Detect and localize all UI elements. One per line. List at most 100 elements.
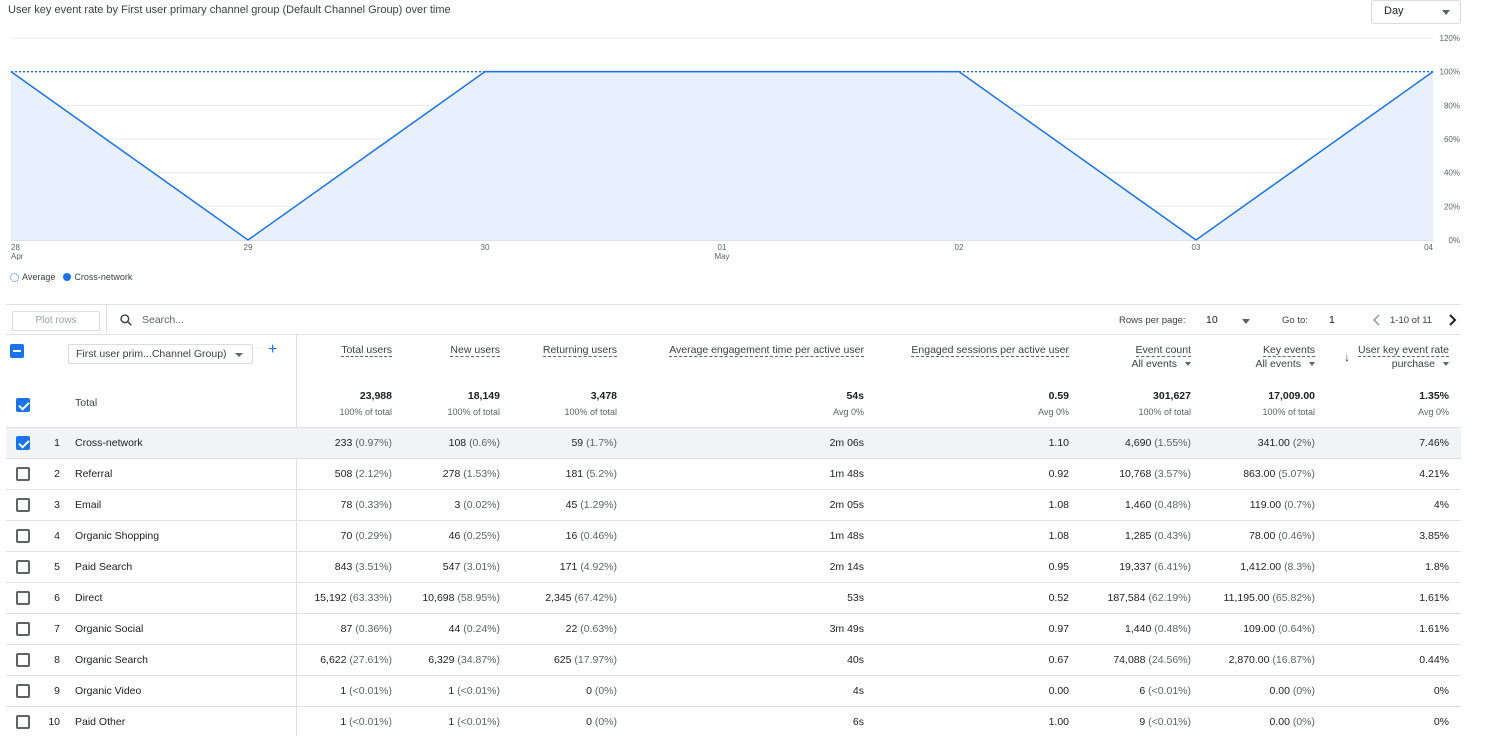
column-header-avg-engagement-time[interactable]: Average engagement time per active user	[669, 344, 864, 357]
granularity-select[interactable]: Day	[1371, 0, 1461, 24]
cell-percent: (5.07%)	[1278, 468, 1315, 480]
cell-avg-engagement-time: 1m 48s	[830, 468, 864, 480]
cell-percent: (8.3%)	[1284, 561, 1315, 573]
total-value-total-users: 23,988 100% of total	[339, 390, 392, 417]
cell-percent: (2%)	[1292, 437, 1315, 449]
table-row[interactable]: 1 Cross-network 233 (0.97%) 108 (0.6%) 59 (1…	[6, 428, 1461, 459]
legend-item-cross-network[interactable]: Cross-network	[63, 272, 132, 282]
cell-value: 44	[448, 623, 461, 635]
cell-percent: (<0.01%)	[457, 716, 500, 728]
total-value-engaged-sessions: 0.59 Avg 0%	[1038, 390, 1069, 417]
cell-value: 1.61%	[1419, 592, 1449, 604]
column-header-event-count[interactable]: Event count All events	[1131, 344, 1191, 370]
column-header-total-users[interactable]: Total users	[341, 344, 392, 357]
column-header-engaged-sessions[interactable]: Engaged sessions per active user	[911, 344, 1069, 357]
table-row[interactable]: 4 Organic Shopping 70 (0.29%) 46 (0.25%) 16 …	[6, 521, 1461, 552]
dimension-select[interactable]: First user prim...Channel Group)	[68, 344, 253, 364]
search-input[interactable]: Search...	[142, 314, 184, 326]
legend-item-average[interactable]: Average	[10, 272, 55, 282]
cell-key-events: 0.00 (0%)	[1269, 716, 1315, 728]
cell-new-users: 10,698 (58.95%)	[422, 592, 500, 604]
cell-value: 863.00	[1243, 468, 1276, 480]
row-checkbox[interactable]	[16, 436, 30, 450]
cell-value: 625	[553, 654, 572, 666]
cell-event-count: 10,768 (3.57%)	[1119, 468, 1191, 480]
column-header-user-key-event-rate[interactable]: User key event rate purchase	[1357, 344, 1449, 370]
row-channel-name: Direct	[75, 592, 103, 604]
total-sub: 100% of total	[447, 407, 500, 417]
row-checkbox[interactable]	[16, 591, 30, 605]
row-index: 3	[54, 499, 60, 511]
row-checkbox[interactable]	[16, 467, 30, 481]
cell-value: 59	[571, 437, 584, 449]
row-index: 9	[54, 685, 60, 697]
chevron-down-icon[interactable]	[1242, 319, 1250, 324]
cell-value: 1.00	[1048, 716, 1069, 728]
table-row[interactable]: 6 Direct 15,192 (63.33%) 10,698 (58.95%) 2,3…	[6, 583, 1461, 614]
row-checkbox[interactable]	[16, 715, 30, 729]
column-header-key-events[interactable]: Key events All events	[1255, 344, 1315, 370]
cell-value: 3m 49s	[829, 623, 864, 635]
row-index: 4	[54, 530, 60, 542]
cell-value: 171	[559, 561, 578, 573]
cell-total-users: 70 (0.29%)	[341, 530, 392, 542]
cell-total-users: 233 (0.97%)	[335, 437, 392, 449]
row-checkbox[interactable]	[16, 560, 30, 574]
cell-percent: (0.24%)	[463, 623, 500, 635]
cell-new-users: 3 (0.02%)	[454, 499, 500, 511]
cell-percent: (0%)	[594, 716, 617, 728]
cell-event-count: 9 (<0.01%)	[1139, 716, 1191, 728]
table-header: First user prim...Channel Group) + Total…	[6, 335, 1461, 381]
table-row[interactable]: 7 Organic Social 87 (0.36%) 44 (0.24%) 22 (0…	[6, 614, 1461, 645]
rows-per-page-select[interactable]: 10	[1206, 314, 1218, 326]
plot-rows-button[interactable]: Plot rows	[12, 311, 100, 331]
table-row[interactable]: 10 Paid Other 1 (<0.01%) 1 (<0.01%) 0 (0%) 6s…	[6, 707, 1461, 736]
x-tick-sublabel: Apr	[11, 252, 24, 261]
row-checkbox[interactable]	[16, 653, 30, 667]
table-row[interactable]: 3 Email 78 (0.33%) 3 (0.02%) 45 (1.29%) 2m 05…	[6, 490, 1461, 521]
total-value: 23,988	[359, 390, 392, 402]
cell-avg-engagement-time: 2m 05s	[830, 499, 864, 511]
chevron-left-icon[interactable]	[1371, 313, 1383, 327]
divider	[106, 305, 107, 335]
cell-value: 7.46%	[1419, 437, 1449, 449]
cell-value: 45	[565, 499, 578, 511]
table-row[interactable]: 2 Referral 508 (2.12%) 278 (1.53%) 181 (5.2%…	[6, 459, 1461, 490]
row-checkbox[interactable]	[16, 498, 30, 512]
add-dimension-icon[interactable]: +	[268, 341, 277, 359]
sort-descending-icon[interactable]: ↓	[1344, 350, 1350, 364]
cell-percent: (1.7%)	[586, 437, 617, 449]
row-index: 10	[48, 716, 60, 728]
chevron-right-icon[interactable]	[1447, 313, 1459, 327]
y-tick-label: 120%	[1440, 34, 1460, 43]
legend-cross-network-label: Cross-network	[74, 272, 133, 282]
table-row[interactable]: 5 Paid Search 843 (3.51%) 547 (3.01%) 171 (4…	[6, 552, 1461, 583]
table-row[interactable]: 9 Organic Video 1 (<0.01%) 1 (<0.01%) 0 (0%)…	[6, 676, 1461, 707]
cell-user-key-event-rate: 0%	[1434, 716, 1449, 728]
column-header-new-users[interactable]: New users	[450, 344, 500, 357]
row-index: 1	[54, 437, 60, 449]
metric-filter-select[interactable]: All events	[1255, 358, 1315, 370]
cell-value: 0%	[1433, 685, 1449, 697]
cell-value: 1	[340, 716, 347, 728]
search-icon[interactable]	[119, 313, 133, 327]
row-checkbox[interactable]	[16, 622, 30, 636]
goto-input[interactable]: 1	[1329, 314, 1335, 326]
cell-value: 109.00	[1243, 623, 1276, 635]
total-checkbox[interactable]	[16, 398, 30, 412]
table-row[interactable]: 8 Organic Search 6,622 (27.61%) 6,329 (34.8…	[6, 645, 1461, 676]
cell-value: 10,698	[422, 592, 455, 604]
row-checkbox[interactable]	[16, 529, 30, 543]
x-tick-label: 02	[955, 243, 964, 252]
metric-filter-select[interactable]: purchase	[1358, 358, 1449, 370]
select-all-checkbox[interactable]	[10, 344, 24, 358]
total-value: 3,478	[590, 390, 617, 402]
total-value: 54s	[846, 390, 864, 402]
cell-new-users: 1 (<0.01%)	[448, 716, 500, 728]
cell-percent: (0%)	[1292, 685, 1315, 697]
column-header-returning-users[interactable]: Returning users	[542, 344, 617, 357]
row-checkbox[interactable]	[16, 684, 30, 698]
cell-percent: (0.43%)	[1154, 530, 1191, 542]
cell-key-events: 78.00 (0.46%)	[1249, 530, 1315, 542]
metric-filter-select[interactable]: All events	[1131, 358, 1191, 370]
